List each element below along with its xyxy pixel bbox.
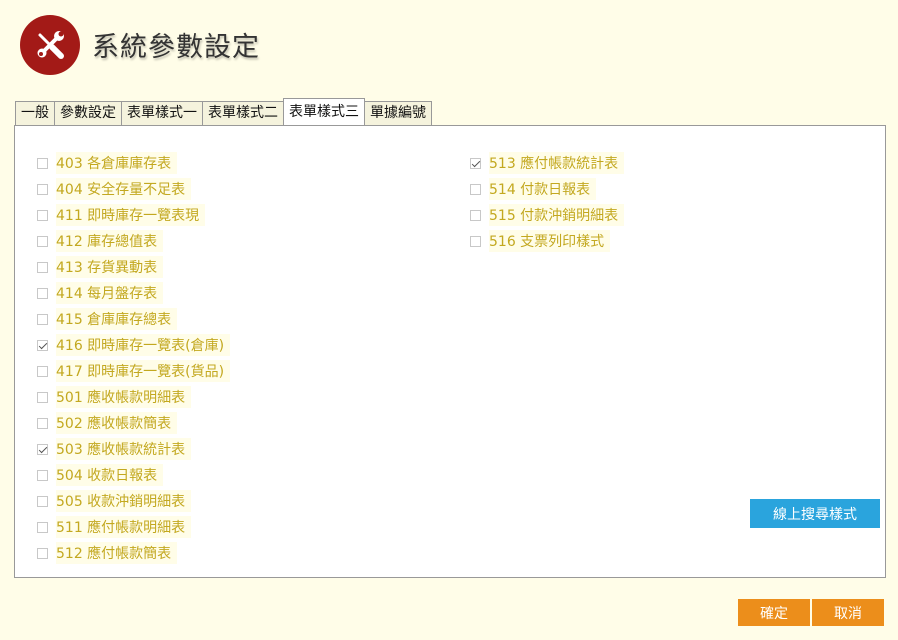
checkbox-unchecked[interactable] — [37, 495, 48, 507]
checkbox-label: 413 存貨異動表 — [56, 256, 164, 278]
checkbox-label: 403 各倉庫庫存表 — [56, 152, 178, 174]
tab-4[interactable]: 表單樣式二 — [202, 101, 284, 125]
report-checkbox-item[interactable]: 404 安全存量不足表 — [37, 176, 230, 202]
tab-3[interactable]: 表單樣式一 — [121, 101, 203, 125]
checkbox-unchecked[interactable] — [37, 547, 48, 559]
checkbox-column-left: 403 各倉庫庫存表 404 安全存量不足表 411 即時庫存一覽表現 412 庫存總… — [37, 150, 231, 566]
report-checkbox-item[interactable]: 501 應收帳款明細表 — [37, 384, 230, 410]
report-checkbox-item[interactable]: 414 每月盤存表 — [37, 280, 230, 306]
checkbox-checked[interactable] — [37, 443, 48, 455]
checkbox-unchecked[interactable] — [37, 365, 48, 377]
checkbox-unchecked[interactable] — [37, 417, 48, 429]
report-checkbox-item[interactable]: 515 付款沖銷明細表 — [470, 202, 625, 228]
checkbox-label: 513 應付帳款統計表 — [489, 152, 625, 174]
confirm-button[interactable]: 確定 — [738, 599, 810, 626]
tab-6[interactable]: 單據編號 — [364, 101, 432, 125]
checkbox-label: 516 支票列印樣式 — [489, 230, 611, 252]
checkbox-unchecked[interactable] — [470, 183, 481, 195]
checkbox-label: 412 庫存總值表 — [56, 230, 164, 252]
checkbox-unchecked[interactable] — [37, 209, 48, 221]
report-checkbox-item[interactable]: 514 付款日報表 — [470, 176, 624, 202]
checkbox-checked[interactable] — [470, 157, 481, 169]
checkbox-checked[interactable] — [37, 339, 48, 351]
checkbox-column-right: 513 應付帳款統計表 514 付款日報表 515 付款沖銷明細表 516 支票列印樣… — [470, 150, 625, 254]
report-checkbox-item[interactable]: 413 存貨異動表 — [37, 254, 230, 280]
report-checkbox-item[interactable]: 415 倉庫庫存總表 — [37, 306, 230, 332]
report-checkbox-item[interactable]: 511 應付帳款明細表 — [37, 514, 230, 540]
report-checkbox-item[interactable]: 502 應收帳款簡表 — [37, 410, 230, 436]
checkbox-unchecked[interactable] — [37, 313, 48, 325]
checkbox-label: 417 即時庫存一覽表(貨品) — [56, 360, 231, 382]
report-checkbox-item[interactable]: 503 應收帳款統計表 — [37, 436, 230, 462]
report-checkbox-item[interactable]: 411 即時庫存一覽表現 — [37, 202, 230, 228]
report-checkbox-item[interactable]: 516 支票列印樣式 — [470, 228, 624, 254]
tab-1[interactable]: 一般 — [15, 101, 55, 125]
checkbox-unchecked[interactable] — [37, 469, 48, 481]
report-checkbox-item[interactable]: 417 即時庫存一覽表(貨品) — [37, 358, 231, 384]
checkbox-label: 404 安全存量不足表 — [56, 178, 192, 200]
checkbox-unchecked[interactable] — [37, 157, 48, 169]
checkbox-label: 414 每月盤存表 — [56, 282, 164, 304]
checkbox-unchecked[interactable] — [37, 235, 48, 247]
search-online-style-button[interactable]: 線上搜尋樣式 — [750, 499, 880, 528]
checkbox-label: 504 收款日報表 — [56, 464, 164, 486]
report-checkbox-item[interactable]: 403 各倉庫庫存表 — [37, 150, 230, 176]
report-checkbox-item[interactable]: 505 收款沖銷明細表 — [37, 488, 230, 514]
tab-bar: 一般 參數設定 表單樣式一 表單樣式二 表單樣式三 單據編號 — [15, 98, 432, 126]
checkbox-unchecked[interactable] — [37, 183, 48, 195]
page-title: 系統參數設定 — [92, 32, 260, 63]
report-checkbox-item[interactable]: 416 即時庫存一覽表(倉庫) — [37, 332, 231, 358]
app-logo — [20, 15, 80, 75]
checkbox-label: 502 應收帳款簡表 — [56, 412, 178, 434]
checkbox-label: 514 付款日報表 — [489, 178, 597, 200]
checkbox-label: 501 應收帳款明細表 — [56, 386, 192, 408]
checkbox-label: 416 即時庫存一覽表(倉庫) — [56, 334, 231, 356]
report-checkbox-item[interactable]: 512 應付帳款簡表 — [37, 540, 230, 566]
checkbox-label: 503 應收帳款統計表 — [56, 438, 192, 460]
report-checkbox-item[interactable]: 504 收款日報表 — [37, 462, 230, 488]
checkbox-unchecked[interactable] — [37, 261, 48, 273]
tools-icon — [37, 31, 64, 59]
tab-2[interactable]: 參數設定 — [54, 101, 122, 125]
tab-5[interactable]: 表單樣式三 — [283, 98, 365, 125]
checkbox-unchecked[interactable] — [37, 521, 48, 533]
checkbox-label: 511 應付帳款明細表 — [56, 516, 192, 538]
report-checkbox-item[interactable]: 513 應付帳款統計表 — [470, 150, 625, 176]
checkbox-label: 415 倉庫庫存總表 — [56, 308, 178, 330]
checkbox-unchecked[interactable] — [470, 209, 481, 221]
checkbox-label: 505 收款沖銷明細表 — [56, 490, 192, 512]
report-checkbox-item[interactable]: 412 庫存總值表 — [37, 228, 230, 254]
cancel-button[interactable]: 取消 — [812, 599, 884, 626]
checkbox-unchecked[interactable] — [470, 235, 481, 247]
checkbox-unchecked[interactable] — [37, 391, 48, 403]
checkbox-label: 515 付款沖銷明細表 — [489, 204, 625, 226]
checkbox-label: 411 即時庫存一覽表現 — [56, 204, 206, 226]
checkbox-label: 512 應付帳款簡表 — [56, 542, 178, 564]
checkbox-unchecked[interactable] — [37, 287, 48, 299]
